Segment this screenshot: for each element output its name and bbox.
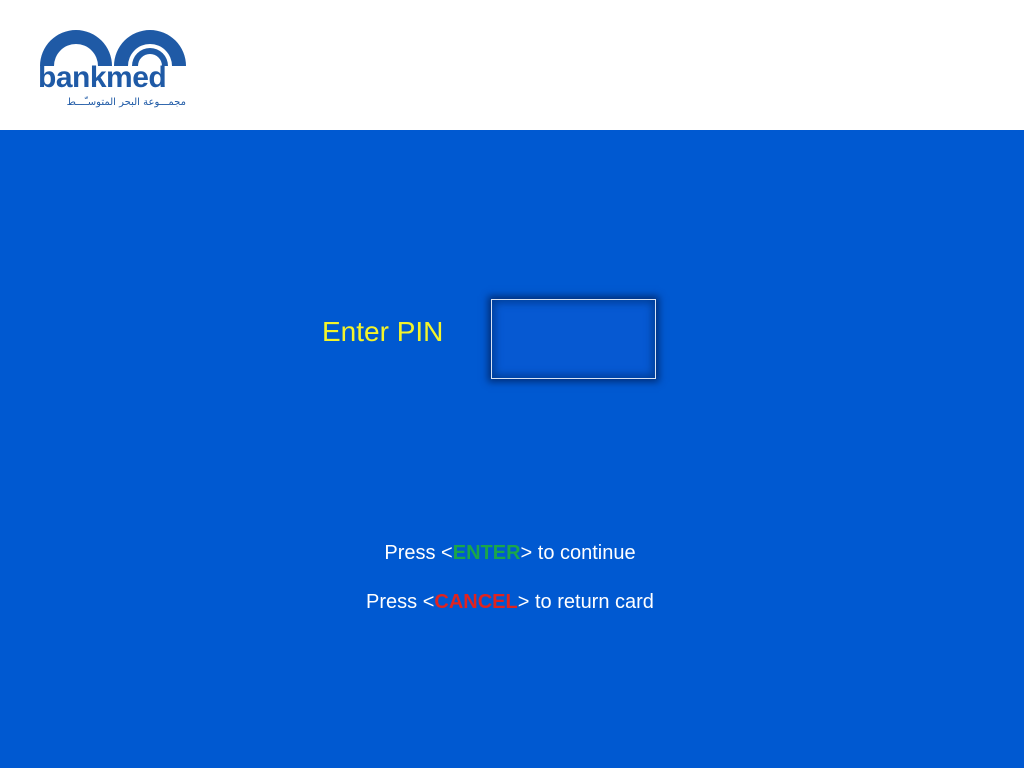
logo-tagline-arabic: مجمـــوعة البحر المتوسـّـــط — [66, 97, 186, 108]
pin-input-field[interactable] — [491, 299, 656, 379]
enter-instruction: Press <ENTER> to continue — [0, 543, 1022, 563]
cancel-key-label: CANCEL — [434, 591, 518, 613]
header-bar: bankmed مجمـــوعة البحر المتوسـّـــط — [0, 0, 1024, 130]
enter-instruction-prefix: Press < — [384, 542, 453, 564]
enter-instruction-suffix: > to continue — [520, 542, 636, 564]
pin-entry-screen: Enter PIN Press <ENTER> to continue Pres… — [0, 130, 1024, 768]
logo-wordmark: bankmed — [38, 61, 167, 94]
cancel-instruction-prefix: Press < — [366, 591, 435, 613]
bankmed-logo: bankmed مجمـــوعة البحر المتوسـّـــط — [38, 16, 194, 112]
enter-pin-label: Enter PIN — [322, 316, 444, 347]
enter-key-label: ENTER — [452, 542, 521, 564]
cancel-instruction: Press <CANCEL> to return card — [0, 592, 1022, 612]
cancel-instruction-suffix: > to return card — [517, 591, 654, 613]
